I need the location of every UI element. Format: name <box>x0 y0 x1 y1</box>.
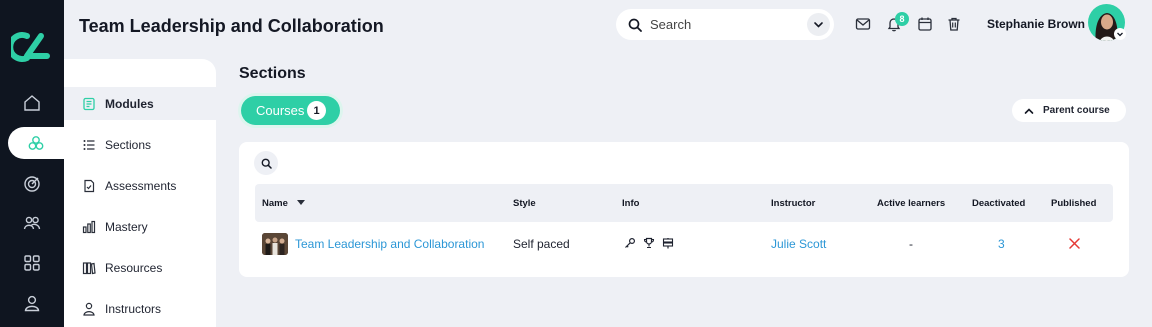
course-name-link[interactable]: Team Leadership and Collaboration <box>295 237 484 251</box>
parent-course-label: Parent course <box>1043 105 1110 116</box>
user-name: Stephanie Brown <box>987 17 1086 31</box>
subnav-item-assessments[interactable]: Assessments <box>82 176 176 196</box>
list-icon <box>83 140 95 150</box>
rail-modules-button[interactable] <box>8 127 64 159</box>
column-header-published[interactable]: Published <box>1051 198 1096 209</box>
grid-icon <box>24 255 40 271</box>
chevron-down-icon <box>814 22 823 28</box>
page-title: Team Leadership and Collaboration <box>79 16 384 36</box>
app-logo[interactable] <box>11 30 51 64</box>
rail-target-button[interactable] <box>0 166 64 202</box>
subnav-item-instructors[interactable]: Instructors <box>82 299 161 319</box>
column-header-deactivated[interactable]: Deactivated <box>972 198 1025 209</box>
subnav-item-modules[interactable]: Modules <box>82 94 154 114</box>
subnav-label: Instructors <box>105 302 162 316</box>
book-icon <box>83 97 95 111</box>
column-header-info[interactable]: Info <box>622 198 639 209</box>
course-thumbnail <box>262 233 288 255</box>
active-learners-value: - <box>909 237 913 251</box>
user-menu-toggle[interactable] <box>1114 28 1126 40</box>
users-icon <box>23 216 41 230</box>
chevron-down-icon <box>1117 32 1123 37</box>
column-header-name[interactable]: Name <box>262 198 305 209</box>
trash-icon[interactable] <box>946 16 962 32</box>
rail-users-button[interactable] <box>0 205 64 241</box>
unpublished-icon[interactable] <box>1069 238 1080 249</box>
course-thumbnail-image <box>262 233 288 255</box>
subnav-label: Mastery <box>105 220 148 234</box>
subnav-label: Assessments <box>105 179 177 193</box>
subnav-item-resources[interactable]: Resources <box>82 258 162 278</box>
subnav-item-sections[interactable]: Sections <box>82 135 151 155</box>
instructor-link[interactable]: Julie Scott <box>771 237 826 251</box>
rail-home-button[interactable] <box>0 85 64 121</box>
sort-down-icon <box>296 200 305 206</box>
modules-icon <box>28 136 44 150</box>
column-label: Name <box>262 198 288 209</box>
mail-icon[interactable] <box>855 16 871 32</box>
calendar-icon[interactable] <box>917 16 933 32</box>
search-dropdown-button[interactable] <box>807 13 830 36</box>
subnav-label: Modules <box>105 97 154 111</box>
trophy-icon <box>643 237 655 249</box>
target-icon <box>24 176 40 192</box>
search-input[interactable] <box>650 17 790 32</box>
tab-courses-label: Courses <box>256 103 305 118</box>
books-icon <box>82 262 96 275</box>
person-icon <box>24 295 40 312</box>
section-title: Sections <box>239 65 306 82</box>
subnav-label: Resources <box>105 261 163 275</box>
home-icon <box>24 95 40 111</box>
global-search[interactable] <box>616 9 834 40</box>
instructor-icon <box>83 302 95 316</box>
column-header-active-learners[interactable]: Active learners <box>877 198 945 209</box>
search-icon <box>628 18 642 32</box>
document-check-icon <box>84 179 95 193</box>
rail-grid-button[interactable] <box>0 245 64 281</box>
column-header-style[interactable]: Style <box>513 198 536 209</box>
subnav-label: Sections <box>105 138 152 152</box>
parent-course-button[interactable]: Parent course <box>1012 99 1126 122</box>
rail-profile-button[interactable] <box>0 285 64 321</box>
column-header-instructor[interactable]: Instructor <box>771 198 815 209</box>
sign-icon <box>662 238 674 249</box>
notification-badge: 8 <box>895 12 909 26</box>
chevron-up-icon <box>1024 107 1034 114</box>
courses-count-badge: 1 <box>307 101 326 120</box>
table-search-button[interactable] <box>254 151 278 175</box>
search-icon <box>261 158 272 169</box>
key-icon <box>625 237 636 248</box>
deactivated-count-link[interactable]: 3 <box>998 237 1005 251</box>
subnav-item-mastery[interactable]: Mastery <box>82 217 148 237</box>
bar-chart-icon <box>82 220 96 234</box>
course-style: Self paced <box>513 237 570 251</box>
